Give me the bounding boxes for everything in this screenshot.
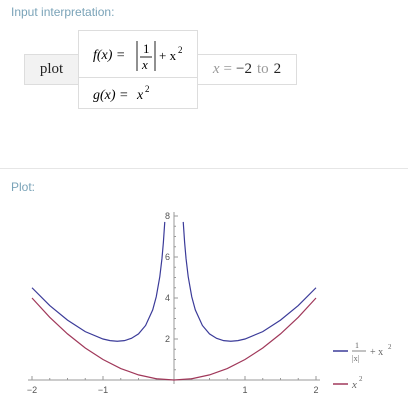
g-base: x xyxy=(136,88,144,103)
f-definition-formula: f(x) = 1 x + x 2 xyxy=(93,41,183,72)
range-equals: = xyxy=(223,61,232,77)
y-tick-label: 2 xyxy=(165,334,170,344)
range-to: 2 xyxy=(273,61,282,77)
x-tick-label: −2 xyxy=(27,385,37,395)
plot-title: Plot: xyxy=(11,180,36,194)
range-from: −2 xyxy=(236,61,252,77)
f-exponent: 2 xyxy=(178,45,183,55)
y-tick-label: 4 xyxy=(165,293,170,303)
legend-f-plus-x: + x xyxy=(370,347,383,358)
range-to-word: to xyxy=(256,61,269,77)
x-tick-label: −1 xyxy=(98,385,108,395)
f-definition-cell: f(x) = 1 x + x 2 xyxy=(78,30,198,78)
g-exponent: 2 xyxy=(145,84,150,94)
y-tick-label: 6 xyxy=(165,252,170,262)
series-line-f-right xyxy=(182,221,317,342)
f-lhs: f(x) = xyxy=(93,48,125,63)
range-cell: x = −2 to 2 xyxy=(197,54,297,85)
plot-chart: −2 −1 1 22468 1|x|+ x 2x 2 xyxy=(27,211,392,395)
plot-legend: 1|x|+ x 2x 2 xyxy=(333,341,392,391)
g-definition-formula: g(x) = x 2 xyxy=(93,84,150,103)
section-divider xyxy=(0,168,408,169)
g-lhs: g(x) = xyxy=(93,88,129,103)
plot-command-cell: plot xyxy=(24,54,79,85)
f-plus-x: + x xyxy=(159,48,177,63)
legend-f-numerator: 1 xyxy=(355,341,359,350)
plot-command-label: plot xyxy=(39,61,64,77)
legend-g-exponent: 2 xyxy=(359,375,363,383)
f-fraction-denominator: x xyxy=(141,57,148,72)
plot-axes: −2 −1 1 2 2 4 6 8 xyxy=(27,211,320,395)
x-tick-label: 1 xyxy=(242,385,247,395)
range-variable: x xyxy=(212,61,220,77)
x-tick-label: 2 xyxy=(313,385,318,395)
series-line-f-left xyxy=(31,221,166,342)
input-interpretation-table: plot f(x) = 1 x + x 2 g(x) = x 2 x = −2 … xyxy=(0,0,408,120)
legend-f-denominator: |x| xyxy=(352,354,359,363)
legend-g-base: x xyxy=(351,379,357,391)
y-tick-label: 8 xyxy=(165,211,170,221)
legend-f-exponent: 2 xyxy=(388,343,392,351)
g-definition-cell: g(x) = x 2 xyxy=(78,77,198,109)
f-fraction-numerator: 1 xyxy=(143,41,150,56)
